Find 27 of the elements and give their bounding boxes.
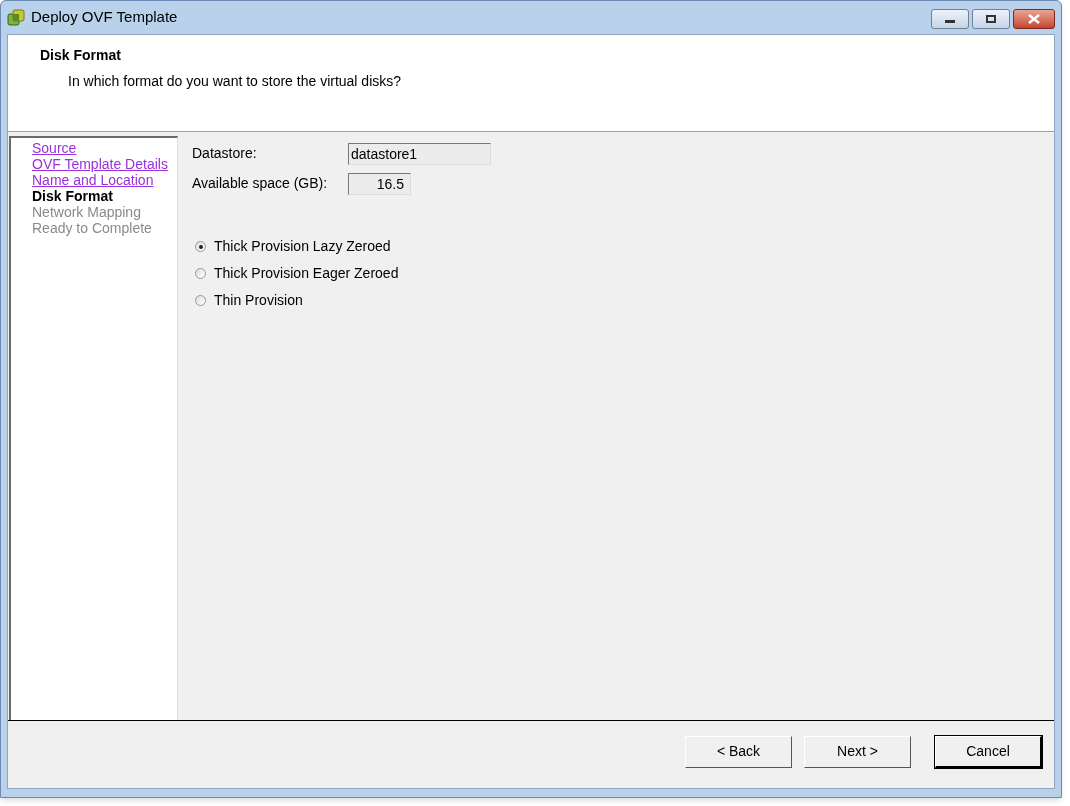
dialog-button[interactable]: Cancel [935, 735, 1042, 768]
close-button[interactable] [1013, 8, 1055, 29]
radio-button[interactable] [195, 241, 206, 252]
dialog-button[interactable]: Next > [804, 735, 911, 768]
window-title: Deploy OVF Template [31, 7, 178, 28]
radio-option[interactable]: Thick Provision Lazy Zeroed [195, 237, 391, 256]
radio-button[interactable] [195, 295, 206, 306]
minimize-button[interactable] [931, 8, 969, 29]
wizard-step: Ready to Complete [32, 220, 152, 236]
wizard-step[interactable]: OVF Template Details [32, 156, 168, 172]
radio-button[interactable] [195, 268, 206, 279]
readonly-field: 16.5 [348, 173, 411, 195]
radio-option[interactable]: Thin Provision [195, 291, 303, 310]
field-label: Available space (GB): [192, 174, 329, 193]
field-label: Datastore: [192, 144, 258, 163]
wizard-step: Network Mapping [32, 204, 141, 220]
wizard-step: Disk Format [32, 188, 113, 204]
wizard-step[interactable]: Name and Location [32, 172, 154, 188]
close-icon [1028, 13, 1040, 24]
radio-option[interactable]: Thick Provision Eager Zeroed [195, 264, 399, 283]
wizard-step[interactable]: Source [32, 140, 77, 156]
page-subtitle: In which format do you want to store the virtual disks? [67, 72, 403, 91]
page-title: Disk Format [40, 46, 122, 65]
maximize-button[interactable] [972, 8, 1010, 29]
dialog-button[interactable]: < Back [685, 735, 792, 768]
app-icon [7, 8, 25, 27]
readonly-field: datastore1 [348, 143, 491, 165]
